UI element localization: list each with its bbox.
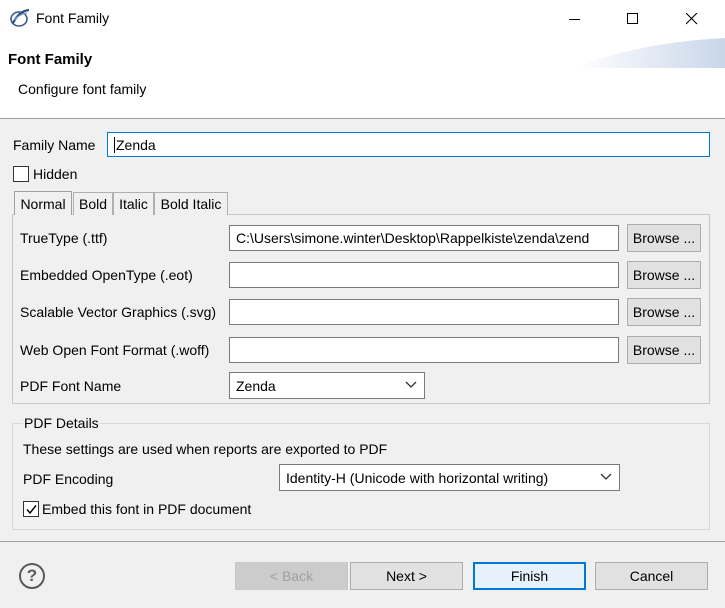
- pdf-encoding-label: PDF Encoding: [23, 471, 114, 487]
- eclipse-app-icon: [9, 8, 31, 28]
- woff-input[interactable]: [229, 337, 619, 363]
- embed-font-label: Embed this font in PDF document: [42, 501, 252, 517]
- checkmark-icon: [26, 505, 37, 515]
- tab-bold-italic-label: Bold Italic: [160, 196, 222, 212]
- browse-woff-button[interactable]: Browse ...: [627, 336, 701, 364]
- tab-normal[interactable]: Normal: [14, 191, 72, 215]
- back-button[interactable]: < Back: [235, 562, 348, 590]
- pdf-font-name-value: Zenda: [236, 377, 276, 394]
- tab-italic-label: Italic: [119, 196, 148, 212]
- finish-button[interactable]: Finish: [473, 562, 586, 590]
- chevron-down-icon: [405, 381, 417, 388]
- family-name-label: Family Name: [13, 137, 96, 153]
- embed-font-checkbox[interactable]: [23, 501, 39, 517]
- header-banner-graphic: [575, 38, 725, 68]
- hidden-label: Hidden: [33, 166, 78, 182]
- tab-bold[interactable]: Bold: [73, 192, 113, 215]
- pdf-details-info: These settings are used when reports are…: [23, 441, 388, 457]
- truetype-label: TrueType (.ttf): [20, 230, 108, 246]
- finish-label: Finish: [510, 568, 549, 584]
- tab-bold-italic[interactable]: Bold Italic: [154, 192, 228, 215]
- help-icon[interactable]: ?: [19, 563, 45, 589]
- browse-eot-label: Browse ...: [632, 267, 696, 283]
- back-label: < Back: [269, 568, 314, 584]
- page-title: Font Family: [8, 51, 93, 68]
- cancel-button[interactable]: Cancel: [595, 562, 708, 590]
- cancel-label: Cancel: [629, 568, 674, 584]
- next-label: Next >: [386, 568, 427, 584]
- close-icon: [686, 13, 698, 25]
- tab-bold-label: Bold: [78, 196, 108, 212]
- chevron-down-icon: [600, 473, 612, 480]
- family-name-value: Zenda: [116, 136, 156, 153]
- hidden-checkbox[interactable]: [13, 166, 29, 182]
- woff-label: Web Open Font Format (.woff): [20, 342, 210, 358]
- title-bar: Font Family: [0, 0, 725, 38]
- help-symbol: ?: [26, 566, 38, 585]
- next-button[interactable]: Next >: [350, 562, 463, 590]
- browse-svg-button[interactable]: Browse ...: [627, 298, 701, 326]
- maximize-button[interactable]: [613, 4, 653, 34]
- pdf-font-name-select[interactable]: Zenda: [229, 372, 425, 399]
- minimize-button[interactable]: [555, 4, 595, 34]
- pdf-font-name-label: PDF Font Name: [20, 378, 122, 394]
- browse-ttf-label: Browse ...: [632, 230, 696, 246]
- tab-italic[interactable]: Italic: [113, 192, 154, 215]
- window-title: Font Family: [36, 10, 110, 26]
- browse-eot-button[interactable]: Browse ...: [627, 261, 701, 289]
- browse-ttf-button[interactable]: Browse ...: [627, 224, 701, 252]
- truetype-input[interactable]: C:\Users\simone.winter\Desktop\Rappelkis…: [229, 225, 619, 251]
- pdf-encoding-value: Identity-H (Unicode with horizontal writ…: [286, 469, 549, 486]
- truetype-value: C:\Users\simone.winter\Desktop\Rappelkis…: [236, 230, 590, 246]
- tab-normal-label: Normal: [20, 195, 66, 212]
- pdf-encoding-select[interactable]: Identity-H (Unicode with horizontal writ…: [279, 464, 620, 491]
- svg-input[interactable]: [229, 299, 619, 325]
- browse-svg-label: Browse ...: [632, 304, 696, 320]
- family-name-input[interactable]: Zenda: [107, 132, 710, 157]
- svg-label: Scalable Vector Graphics (.svg): [20, 304, 217, 320]
- close-button[interactable]: [672, 4, 712, 34]
- eot-label: Embedded OpenType (.eot): [20, 267, 193, 283]
- wizard-header: Font Family Configure font family: [0, 38, 725, 118]
- pdf-details-title: PDF Details: [23, 415, 100, 431]
- text-caret: [114, 136, 115, 153]
- eot-input[interactable]: [229, 262, 619, 288]
- page-description: Configure font family: [18, 81, 147, 97]
- browse-woff-label: Browse ...: [632, 342, 696, 358]
